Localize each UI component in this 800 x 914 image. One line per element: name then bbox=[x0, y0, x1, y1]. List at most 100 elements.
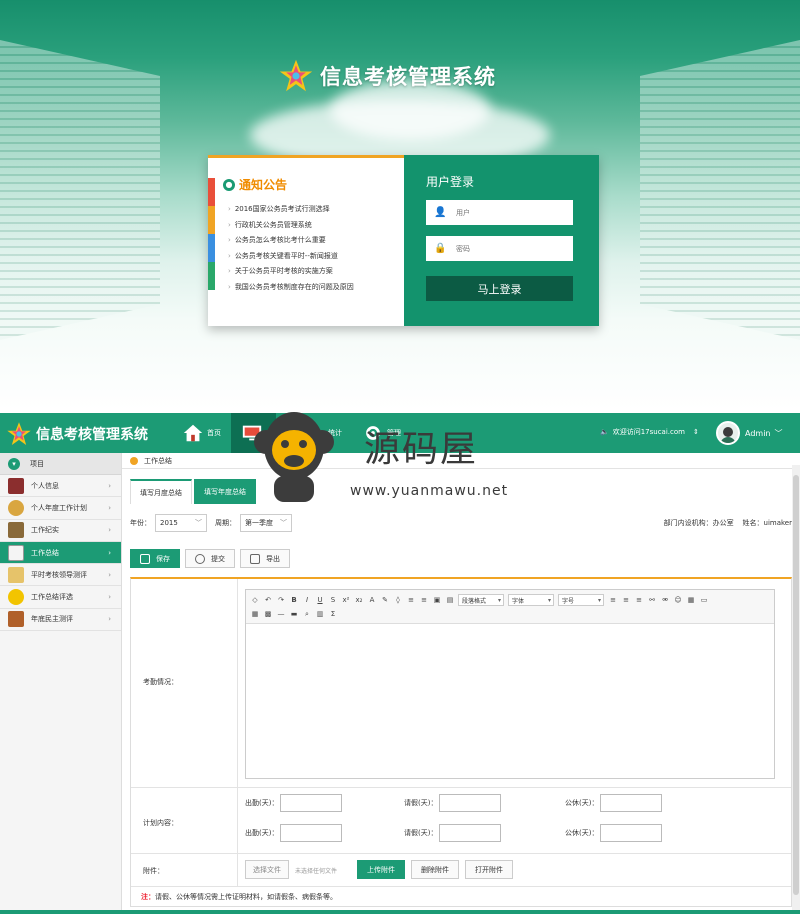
html-icon[interactable]: ◇ bbox=[250, 595, 260, 605]
leave-days-input[interactable] bbox=[439, 794, 502, 812]
sidebar-item-label: 个人年度工作计划 bbox=[31, 503, 87, 512]
sidebar-item-personal-info[interactable]: 个人信息 › bbox=[0, 475, 121, 498]
notice-item[interactable]: 2016国家公务员考试行测选择 bbox=[228, 202, 354, 218]
year-select[interactable]: 2015 ﹀ bbox=[155, 514, 207, 532]
tab-monthly-summary[interactable]: 填写月度总结 bbox=[130, 479, 192, 504]
subscript-icon[interactable]: x₂ bbox=[354, 595, 364, 605]
attachment-label: 附件： bbox=[143, 867, 164, 875]
password-field[interactable]: 🔒 bbox=[426, 236, 573, 261]
username-input[interactable] bbox=[454, 207, 564, 218]
notice-item[interactable]: 行政机关公务员管理系统 bbox=[228, 218, 354, 234]
period-select[interactable]: 第一季度 ﹀ bbox=[240, 514, 292, 532]
sidebar-item-work-summary[interactable]: 工作总结 › bbox=[0, 541, 121, 565]
form-note: 注：请假、公休等情况需上传证明材料，如请假条、病假条等。 bbox=[141, 892, 337, 902]
notice-item[interactable]: 公务员怎么考核比考什么重要 bbox=[228, 233, 354, 249]
horizontal-rule-icon[interactable]: — bbox=[276, 609, 286, 619]
dept-value: 办公室 bbox=[712, 519, 734, 527]
emoji-icon[interactable]: ☺ bbox=[673, 595, 683, 605]
name-label: 姓名： bbox=[742, 519, 764, 527]
font-color-icon[interactable]: A bbox=[367, 595, 377, 605]
link-icon[interactable]: ⚯ bbox=[647, 595, 657, 605]
chevron-right-icon: › bbox=[108, 593, 111, 602]
rich-text-editor[interactable]: ◇ ↶ ↷ B I U S x² x₂ A ✎ ◊ ≡ ≡ ▣ ▤ 段落格式 ▾… bbox=[245, 589, 775, 779]
plan-field: 公休(天)： bbox=[565, 824, 663, 842]
login-card: ● 通知公告 2016国家公务员考试行测选择 行政机关公务员管理系统 公务员怎么… bbox=[208, 155, 599, 326]
sidebar-item-label: 工作总结 bbox=[31, 548, 59, 557]
toolbar-row: ▦ ▩ — ▬ ⌕ ▥ Σ bbox=[250, 607, 770, 621]
leave-days-input[interactable] bbox=[439, 824, 502, 842]
chevron-right-icon: › bbox=[108, 570, 111, 579]
undo-icon[interactable]: ↶ bbox=[263, 595, 273, 605]
strikethrough-icon[interactable]: S bbox=[328, 595, 338, 605]
choose-file-button[interactable]: 选择文件 bbox=[245, 860, 289, 879]
sidebar-item-work-record[interactable]: 工作纪实 › bbox=[0, 520, 121, 542]
tab-annual-summary[interactable]: 填写年度总结 bbox=[194, 479, 256, 504]
fullscreen-icon[interactable]: ▭ bbox=[699, 595, 709, 605]
redo-icon[interactable]: ↷ bbox=[276, 595, 286, 605]
clock-icon bbox=[8, 499, 24, 516]
align-right-icon[interactable]: ≡ bbox=[634, 595, 644, 605]
holiday-days-input[interactable] bbox=[600, 824, 663, 842]
monkey-logo-icon bbox=[254, 412, 334, 502]
align-left-icon[interactable]: ≡ bbox=[608, 595, 618, 605]
delete-attachment-button[interactable]: 删除附件 bbox=[411, 860, 459, 879]
notice-item[interactable]: 公务员考核关键看平时--新闻报道 bbox=[228, 249, 354, 265]
sidebar-item-annual-plan[interactable]: 个人年度工作计划 › bbox=[0, 497, 121, 520]
table-icon[interactable]: ▦ bbox=[250, 609, 260, 619]
font-family-select[interactable]: 字体 bbox=[508, 594, 554, 606]
sidebar-item-label: 工作总结评选 bbox=[31, 593, 73, 602]
sidebar-header[interactable]: ▾ 项目 bbox=[0, 453, 121, 475]
sidebar-item-leader-review[interactable]: 平时考核领导测评 › bbox=[0, 564, 121, 587]
action-bar: 保存 提交 导出 bbox=[130, 549, 295, 568]
scrollbar[interactable] bbox=[792, 465, 800, 914]
upload-attachment-button[interactable]: 上传附件 bbox=[357, 860, 405, 879]
template-icon[interactable]: ▥ bbox=[315, 609, 325, 619]
unlink-icon[interactable]: ⚮ bbox=[660, 595, 670, 605]
italic-icon[interactable]: I bbox=[302, 595, 312, 605]
indent-icon[interactable]: ▣ bbox=[432, 595, 442, 605]
superscript-icon[interactable]: x² bbox=[341, 595, 351, 605]
user-menu[interactable]: Admin ﹀ bbox=[716, 421, 783, 445]
paste-icon[interactable]: ▤ bbox=[445, 595, 455, 605]
username-field[interactable]: 👤 bbox=[426, 200, 573, 225]
export-button[interactable]: 导出 bbox=[240, 549, 290, 568]
sidebar-item-democratic-review[interactable]: 年底民主测评 › bbox=[0, 609, 121, 632]
save-button[interactable]: 保存 bbox=[130, 549, 180, 568]
notice-item[interactable]: 关于公务员平时考核的实施方案 bbox=[228, 264, 354, 280]
align-center-icon[interactable]: ≡ bbox=[621, 595, 631, 605]
server-rack-right-image bbox=[640, 40, 800, 340]
attendance-days-input[interactable] bbox=[280, 794, 343, 812]
password-input[interactable] bbox=[454, 243, 564, 254]
eraser-icon[interactable]: ◊ bbox=[393, 595, 403, 605]
highlight-icon[interactable]: ✎ bbox=[380, 595, 390, 605]
notice-item[interactable]: 我国公务员考核制度存在的问题及原因 bbox=[228, 280, 354, 296]
notice-header: ● 通知公告 bbox=[223, 176, 287, 193]
search-icon[interactable]: ⌕ bbox=[302, 609, 312, 619]
holiday-days-input[interactable] bbox=[600, 794, 663, 812]
bold-icon[interactable]: B bbox=[289, 595, 299, 605]
underline-icon[interactable]: U bbox=[315, 595, 325, 605]
image-icon[interactable]: ▦ bbox=[686, 595, 696, 605]
media-icon[interactable]: ▩ bbox=[263, 609, 273, 619]
login-button[interactable]: 马上登录 bbox=[426, 276, 573, 301]
print-icon[interactable]: ▬ bbox=[289, 609, 299, 619]
tab-bar: 填写月度总结 填写年度总结 bbox=[130, 479, 258, 504]
paragraph-format-select[interactable]: 段落格式 bbox=[458, 594, 504, 606]
speaker-icon: 🔈 bbox=[600, 428, 609, 436]
divider bbox=[237, 854, 238, 886]
notice-panel: ● 通知公告 2016国家公务员考试行测选择 行政机关公务员管理系统 公务员怎么… bbox=[208, 155, 404, 326]
sidebar-item-summary-rating[interactable]: 工作总结评选 › bbox=[0, 586, 121, 609]
save-label: 保存 bbox=[156, 554, 170, 563]
server-rack-left-image bbox=[0, 40, 160, 340]
attendance-days-input[interactable] bbox=[280, 824, 343, 842]
export-label: 导出 bbox=[266, 554, 280, 563]
formula-icon[interactable]: Σ bbox=[328, 609, 338, 619]
year-value: 2015 bbox=[160, 519, 178, 527]
submit-button[interactable]: 提交 bbox=[185, 549, 235, 568]
nav-label: 首页 bbox=[207, 429, 221, 437]
ordered-list-icon[interactable]: ≡ bbox=[406, 595, 416, 605]
open-attachment-button[interactable]: 打开附件 bbox=[465, 860, 513, 879]
nav-home[interactable]: 首页 bbox=[172, 413, 231, 453]
font-size-select[interactable]: 字号 bbox=[558, 594, 604, 606]
unordered-list-icon[interactable]: ≡ bbox=[419, 595, 429, 605]
